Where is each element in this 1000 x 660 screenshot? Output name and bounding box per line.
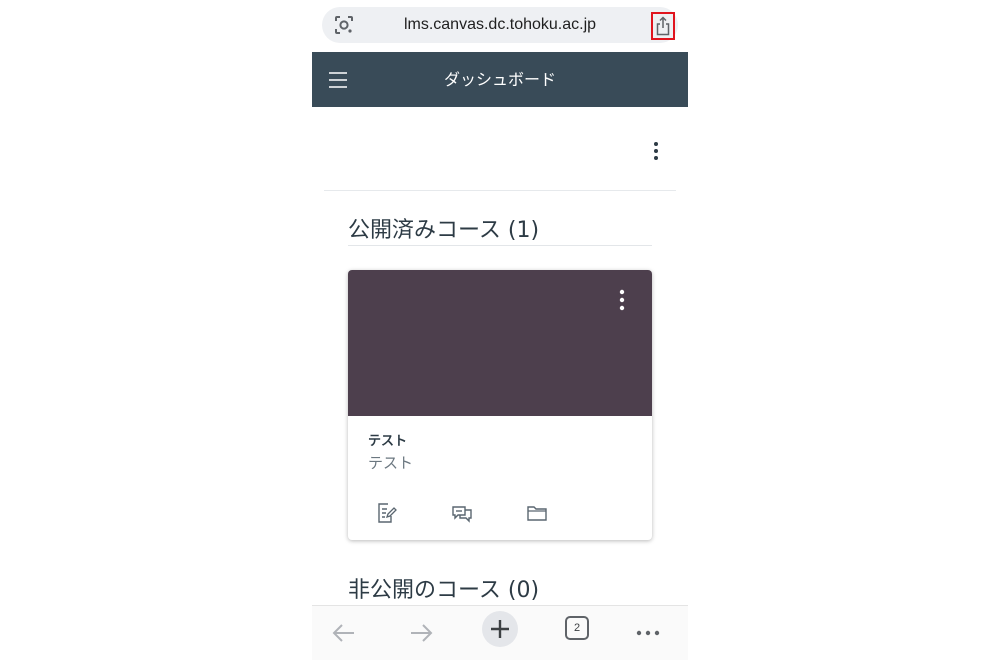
published-courses-heading: 公開済みコース (1) <box>348 218 540 243</box>
share-button[interactable] <box>651 12 675 40</box>
arrow-right-icon[interactable] <box>403 615 439 651</box>
page-title: ダッシュボード <box>443 70 556 89</box>
url-text[interactable]: lms.canvas.dc.tohoku.ac.jp <box>362 7 638 43</box>
dashboard-options-icon[interactable] <box>646 140 666 164</box>
address-bar[interactable]: lms.canvas.dc.tohoku.ac.jp <box>322 7 678 43</box>
google-lens-icon[interactable] <box>334 15 354 35</box>
assignment-icon[interactable] <box>375 502 397 524</box>
new-tab-button[interactable] <box>482 611 518 647</box>
divider <box>324 190 676 191</box>
course-name[interactable]: テスト <box>368 430 407 449</box>
mobile-browser: lms.canvas.dc.tohoku.ac.jp ダッシュボード 公開済みコ… <box>312 0 688 660</box>
section-divider <box>348 245 652 246</box>
share-icon <box>656 16 670 36</box>
browser-toolbar: 2 <box>312 605 688 660</box>
course-code: テスト <box>368 454 414 472</box>
course-card-hero[interactable] <box>348 270 652 416</box>
discussion-icon[interactable] <box>451 502 473 524</box>
plus-icon <box>491 620 509 638</box>
course-card[interactable]: テスト テスト <box>348 270 652 540</box>
unpublished-courses-heading: 非公開のコース (0) <box>348 578 540 603</box>
folder-icon[interactable] <box>526 502 548 524</box>
course-card-options-icon[interactable] <box>612 288 632 314</box>
app-header: ダッシュボード <box>312 52 688 107</box>
tab-switcher-button[interactable]: 2 <box>565 616 589 640</box>
arrow-left-icon[interactable] <box>326 615 362 651</box>
more-horizontal-icon[interactable] <box>630 615 666 651</box>
